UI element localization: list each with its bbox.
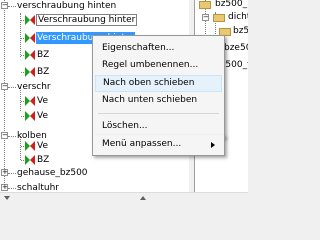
tree-item-label[interactable]: dichtu: [227, 11, 248, 23]
tree-line: [21, 101, 24, 102]
menu-separator: [98, 113, 219, 114]
tree-line: [8, 87, 16, 88]
rule-icon: [25, 111, 35, 121]
rule-icon: [25, 15, 35, 25]
expander-icon[interactable]: +: [1, 169, 8, 176]
folder-icon: [213, 14, 225, 22]
expander-icon[interactable]: −: [202, 14, 209, 21]
tree-group-label[interactable]: verschr: [16, 81, 52, 93]
scroll-down-arrow-icon[interactable]: [4, 196, 10, 200]
tree-line: [21, 20, 24, 21]
rule-icon: [25, 67, 35, 77]
tree-line: [21, 72, 24, 73]
menu-item-regel-umbenennen[interactable]: Regel umbenennen...: [102, 57, 198, 74]
rule-icon: [25, 96, 35, 106]
tree-item-label[interactable]: BZ: [36, 154, 50, 166]
tree-line: [21, 38, 24, 39]
rule-icon: [25, 33, 35, 43]
tree-line: [8, 188, 16, 189]
tree-item-label[interactable]: BZ: [36, 66, 50, 78]
tree-item-label[interactable]: bz500_l: [232, 25, 248, 37]
tree-line: [8, 6, 16, 7]
rule-icon: [25, 50, 35, 60]
tree-item-label[interactable]: bz500_l: [214, 0, 248, 10]
menu-item-menue-anpassen[interactable]: Menü anpassen...: [102, 136, 181, 153]
tree-line: [8, 136, 16, 137]
tree-item-label[interactable]: bze500_l: [223, 42, 248, 54]
tree-item-label[interactable]: Ve: [36, 110, 49, 122]
tree-line: [4, 0, 5, 193]
chevron-right-icon: [211, 142, 215, 148]
expander-icon[interactable]: −: [1, 83, 8, 90]
tree-line: [21, 116, 24, 117]
menu-item-loeschen-visible[interactable]: Löschen...: [102, 118, 148, 135]
tree-line: [21, 146, 24, 147]
tree-item-label[interactable]: Verschraubung hinter: [36, 14, 138, 26]
tree-item-label[interactable]: BZ: [36, 49, 50, 61]
folder-icon: [199, 1, 211, 9]
tree-group-label[interactable]: verschraubung hinten: [16, 0, 117, 12]
horizontal-scrollbar[interactable]: [0, 192, 248, 205]
rule-icon: [25, 141, 35, 151]
tree-item-label[interactable]: Ve: [36, 95, 49, 107]
expander-icon[interactable]: +: [1, 184, 8, 191]
context-menu-bottom: Menü anpassen...: [92, 135, 225, 156]
tree-line: [8, 173, 16, 174]
expander-icon[interactable]: −: [1, 132, 8, 139]
menu-item-nach-oben-schieben[interactable]: Nach oben schieben: [95, 75, 222, 92]
scroll-up-arrow-icon[interactable]: [140, 196, 146, 200]
tree-item-label[interactable]: Ve: [36, 140, 49, 152]
expander-icon[interactable]: −: [1, 2, 8, 9]
menu-item-eigenschaften[interactable]: Eigenschaften...: [102, 40, 174, 57]
context-menu: Eigenschaften... Regel umbenennen... Nac…: [92, 35, 225, 138]
tree-group-label[interactable]: gehause_bz500: [16, 167, 89, 179]
tree-line: [21, 55, 24, 56]
menu-item-nach-unten-schieben[interactable]: Nach unten schieben: [102, 92, 197, 109]
rule-icon: [25, 155, 35, 165]
tree-line: [21, 160, 24, 161]
